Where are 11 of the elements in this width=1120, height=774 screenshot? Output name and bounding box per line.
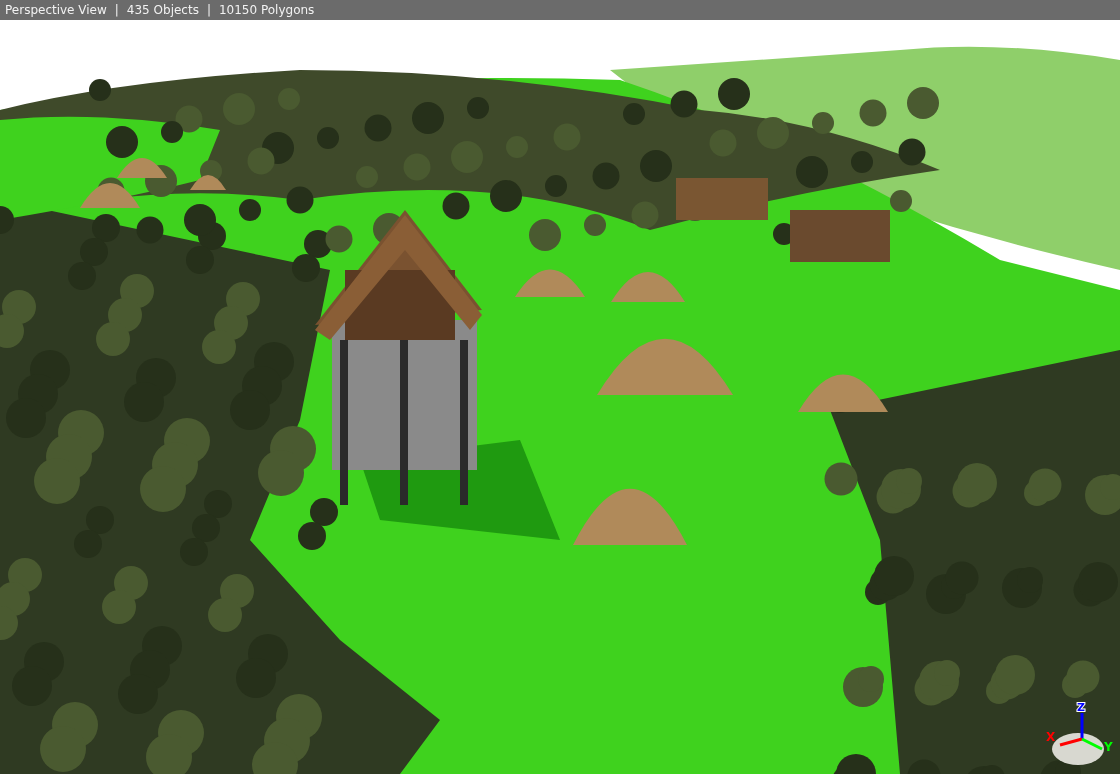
y-axis-line bbox=[1081, 737, 1103, 751]
axis-label: Z bbox=[1077, 701, 1085, 714]
status-text: 435 Objects bbox=[126, 2, 199, 19]
x-axis-line bbox=[1059, 737, 1083, 747]
axis-label: Y bbox=[1104, 740, 1113, 754]
separator: | bbox=[113, 2, 120, 19]
separator: | bbox=[205, 2, 212, 19]
axis-label: X bbox=[1046, 730, 1056, 744]
status-text: 10150 Polygons bbox=[218, 2, 315, 19]
status-text: Perspective View bbox=[5, 2, 107, 19]
z-axis-line bbox=[1080, 713, 1084, 739]
